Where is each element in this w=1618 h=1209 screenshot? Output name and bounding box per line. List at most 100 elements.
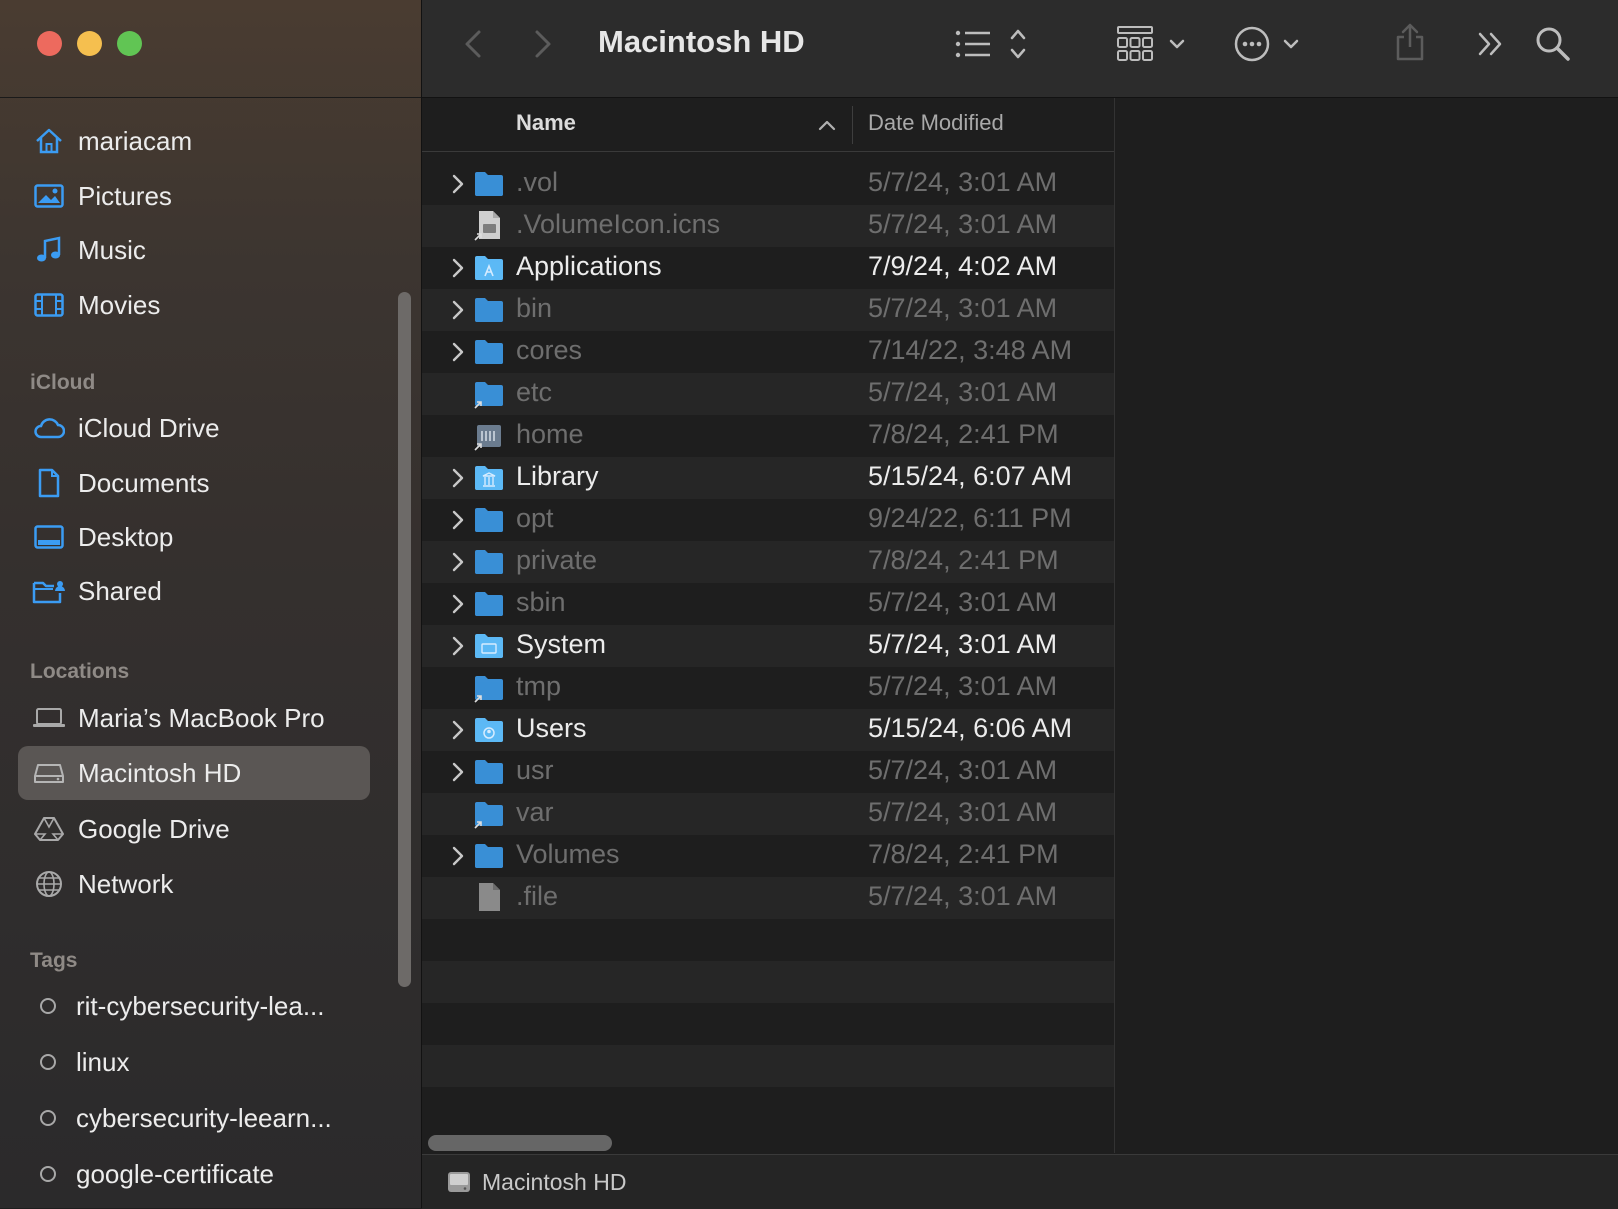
file-row[interactable]: Library 5/15/24, 6:07 AM: [422, 457, 1114, 499]
tag-circle-icon: [40, 998, 56, 1014]
disclosure-chevron-icon[interactable]: [448, 341, 468, 363]
file-date-modified: 5/7/24, 3:01 AM: [868, 797, 1058, 827]
disclosure-chevron-icon[interactable]: [448, 509, 468, 531]
file-name: private: [516, 545, 598, 575]
tag-circle-icon: [40, 1054, 56, 1070]
file-date-modified: 5/7/24, 3:01 AM: [868, 671, 1058, 701]
sidebar-item-google-drive[interactable]: Google Drive: [18, 802, 370, 856]
folder-icon: [473, 839, 505, 871]
double-chevron-right-icon: [1478, 32, 1502, 56]
close-window-button[interactable]: [37, 31, 62, 56]
forward-button[interactable]: [528, 26, 558, 62]
file-name: .VolumeIcon.icns: [516, 209, 721, 239]
sidebar-item-shared[interactable]: Shared: [18, 564, 370, 618]
view-list-button[interactable]: [952, 24, 1032, 64]
sidebar-item-mariacam[interactable]: mariacam: [18, 114, 370, 168]
file-rows: .vol 5/7/24, 3:01 AM .VolumeIcon.icns 5/7/2…: [422, 163, 1114, 919]
disclosure-chevron-icon[interactable]: [448, 173, 468, 195]
disclosure-chevron-icon[interactable]: [448, 845, 468, 867]
sidebar-item-label: Maria’s MacBook Pro: [78, 702, 325, 733]
ellipsis-circle-icon: [1234, 26, 1299, 62]
sidebar-titlebar: [0, 0, 421, 98]
column-header-name[interactable]: Name: [516, 110, 576, 136]
file-date-modified: 5/15/24, 6:06 AM: [868, 713, 1073, 743]
sidebar-item-label: Documents: [78, 467, 210, 498]
more-toolbar-items-button[interactable]: [1474, 26, 1508, 62]
sidebar-tag-rit-cybersecurity[interactable]: rit-cybersecurity-lea...: [18, 979, 370, 1033]
sidebar-item-label: Pictures: [78, 180, 172, 211]
horizontal-scrollbar[interactable]: [428, 1135, 612, 1151]
share-button[interactable]: [1392, 20, 1428, 64]
globe-icon: [32, 869, 66, 899]
file-row[interactable]: .vol 5/7/24, 3:01 AM: [422, 163, 1114, 205]
file-date-modified: 5/7/24, 3:01 AM: [868, 209, 1058, 239]
search-button[interactable]: [1534, 24, 1572, 64]
disclosure-chevron-icon[interactable]: [448, 593, 468, 615]
sidebar-item-network[interactable]: Network: [18, 857, 370, 911]
cloud-icon: [32, 413, 66, 443]
column-divider[interactable]: [852, 106, 853, 144]
file-row[interactable]: private 7/8/24, 2:41 PM: [422, 541, 1114, 583]
disclosure-chevron-icon[interactable]: [448, 299, 468, 321]
sidebar-item-desktop[interactable]: Desktop: [18, 510, 370, 564]
sidebar-item-pictures[interactable]: Pictures: [18, 169, 370, 223]
column-header-date-modified[interactable]: Date Modified: [868, 110, 1004, 136]
sidebar-item-music[interactable]: Music: [18, 223, 370, 277]
zoom-window-button[interactable]: [117, 31, 142, 56]
chevron-left-icon: [465, 30, 481, 58]
file-row[interactable]: .VolumeIcon.icns 5/7/24, 3:01 AM: [422, 205, 1114, 247]
file-row[interactable]: cores 7/14/22, 3:48 AM: [422, 331, 1114, 373]
home-alias-icon: [473, 419, 505, 451]
disclosure-chevron-icon[interactable]: [448, 551, 468, 573]
file-row[interactable]: Volumes 7/8/24, 2:41 PM: [422, 835, 1114, 877]
back-button[interactable]: [458, 26, 488, 62]
disclosure-chevron-icon[interactable]: [448, 257, 468, 279]
path-item-macintosh-hd[interactable]: Macintosh HD: [482, 1169, 626, 1196]
file-row[interactable]: System 5/7/24, 3:01 AM: [422, 625, 1114, 667]
file-row[interactable]: sbin 5/7/24, 3:01 AM: [422, 583, 1114, 625]
file-row[interactable]: usr 5/7/24, 3:01 AM: [422, 751, 1114, 793]
file-row[interactable]: opt 9/24/22, 6:11 PM: [422, 499, 1114, 541]
file-list: Name Date Modified .vol 5/7/24, 3:01 AM .V…: [422, 98, 1115, 1153]
sidebar-tag-google-certificate[interactable]: google-certificate: [18, 1147, 370, 1201]
sidebar-item-macintosh-hd[interactable]: Macintosh HD: [18, 746, 370, 800]
file-row[interactable]: bin 5/7/24, 3:01 AM: [422, 289, 1114, 331]
folder-icon: [473, 335, 505, 367]
google-drive-icon: [32, 814, 66, 844]
search-icon: [1536, 27, 1570, 61]
disclosure-chevron-icon[interactable]: [448, 719, 468, 741]
sidebar-item-label: cybersecurity-leearn...: [76, 1102, 332, 1133]
file-date-modified: 7/9/24, 4:02 AM: [868, 251, 1058, 281]
group-by-button[interactable]: [1116, 24, 1192, 64]
file-row[interactable]: etc 5/7/24, 3:01 AM: [422, 373, 1114, 415]
file-row[interactable]: Applications 7/9/24, 4:02 AM: [422, 247, 1114, 289]
sidebar-tag-linux[interactable]: linux: [18, 1035, 370, 1089]
folder-alias-icon: [473, 797, 505, 829]
sidebar-scrollbar[interactable]: [398, 292, 411, 987]
file-row[interactable]: tmp 5/7/24, 3:01 AM: [422, 667, 1114, 709]
folder-icon: [473, 587, 505, 619]
file-row[interactable]: Users 5/15/24, 6:06 AM: [422, 709, 1114, 751]
folder-alias-icon: [473, 671, 505, 703]
file-row[interactable]: home 7/8/24, 2:41 PM: [422, 415, 1114, 457]
disclosure-chevron-icon[interactable]: [448, 761, 468, 783]
file-row[interactable]: .file 5/7/24, 3:01 AM: [422, 877, 1114, 919]
action-menu-button[interactable]: [1234, 24, 1310, 64]
home-icon: [32, 126, 66, 156]
icns-file-icon: [473, 209, 505, 241]
movies-icon: [32, 290, 66, 320]
sort-ascending-icon[interactable]: [816, 114, 838, 136]
file-date-modified: 5/7/24, 3:01 AM: [868, 629, 1058, 659]
sidebar-tag-cybersecurity-leearn[interactable]: cybersecurity-leearn...: [18, 1091, 370, 1145]
file-row[interactable]: var 5/7/24, 3:01 AM: [422, 793, 1114, 835]
sidebar-item-icloud-drive[interactable]: iCloud Drive: [18, 401, 370, 455]
sidebar-item-movies[interactable]: Movies: [18, 278, 370, 332]
sidebar-item-macbook-pro[interactable]: Maria’s MacBook Pro: [18, 691, 370, 745]
disclosure-chevron-icon[interactable]: [448, 635, 468, 657]
file-name: Volumes: [516, 839, 620, 869]
sidebar-item-documents[interactable]: Documents: [18, 456, 370, 510]
disclosure-chevron-icon[interactable]: [448, 467, 468, 489]
sidebar-item-label: Macintosh HD: [78, 757, 242, 788]
minimize-window-button[interactable]: [77, 31, 102, 56]
file-date-modified: 5/15/24, 6:07 AM: [868, 461, 1073, 491]
